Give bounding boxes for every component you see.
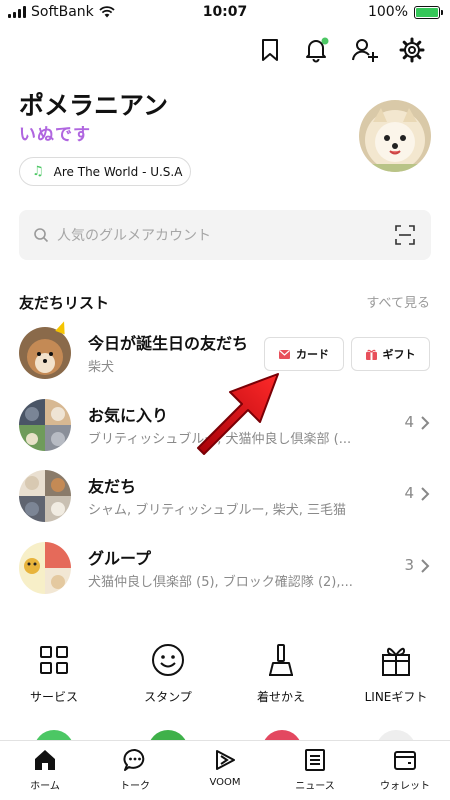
friend-list-title: 友だちリスト (19, 294, 110, 312)
profile-avatar[interactable] (359, 100, 431, 172)
music-note-icon: ♫ (32, 164, 44, 179)
friends-avatar-collage (19, 470, 71, 522)
card-button-label: カード (296, 348, 329, 361)
notification-dot (321, 37, 329, 45)
bell-icon[interactable] (302, 36, 330, 64)
service-label: スタンプ (144, 690, 192, 704)
brush-icon (269, 644, 293, 676)
bookmark-icon[interactable] (256, 36, 284, 64)
tab-wallet[interactable]: ウォレット (360, 747, 450, 792)
groups-row[interactable]: グループ 犬猫仲良し倶楽部 (5), ブロック確認隊 (2),... 3 (0, 542, 450, 602)
favorites-title: お気に入り (88, 406, 169, 425)
birthday-friend-avatar (19, 327, 71, 379)
envelope-icon (279, 349, 290, 359)
profile-status-message[interactable]: いぬです (19, 120, 91, 145)
favorites-count: 4 (404, 413, 414, 431)
grid-icon (40, 646, 68, 674)
friends-title: 友だち (88, 477, 137, 496)
service-services[interactable]: サービス (9, 640, 99, 705)
chat-icon (123, 749, 145, 771)
search-placeholder: 人気のグルメアカウント (57, 228, 211, 244)
gift-icon (382, 647, 410, 676)
tab-label: ホーム (30, 781, 60, 792)
profile-music-title: Are The World - U.S.A (53, 164, 183, 179)
favorites-avatar-collage (19, 399, 71, 451)
search-icon (34, 228, 49, 243)
tab-label: トーク (120, 781, 150, 792)
tab-talk[interactable]: トーク (90, 747, 180, 792)
news-icon (305, 749, 325, 771)
see-all-link[interactable]: すべて見る (366, 292, 430, 311)
groups-subtitle: 犬猫仲良し倶楽部 (5), ブロック確認隊 (2),... (88, 575, 353, 590)
chevron-right-icon (421, 416, 430, 430)
groups-avatar-collage (19, 542, 71, 594)
red-arrow-icon (197, 373, 279, 455)
search-input[interactable]: 人気のグルメアカウント (19, 210, 431, 260)
wallet-icon (394, 751, 416, 770)
profile-music-pill[interactable]: ♫ Are The World - U.S.A (19, 157, 191, 186)
tab-voom[interactable]: VOOM (180, 747, 270, 788)
smiley-icon (152, 644, 184, 676)
status-bar: SoftBank 10:07 100% (0, 0, 450, 26)
battery-icon (414, 5, 443, 19)
friends-subtitle: シャム, ブリティッシュブルー, 柴犬, 三毛猫 (88, 503, 347, 518)
tab-news[interactable]: ニュース (270, 747, 360, 792)
birthday-title: 今日が誕生日の友だち (88, 334, 249, 353)
gift-small-icon (365, 349, 377, 360)
service-label: 着せかえ (256, 690, 305, 704)
profile-name[interactable]: ポメラニアン (19, 86, 168, 122)
tab-label: ウォレット (380, 781, 430, 792)
gear-icon[interactable] (398, 36, 426, 64)
home-icon (35, 750, 55, 770)
groups-title: グループ (88, 549, 152, 568)
friends-count: 4 (404, 484, 414, 502)
tab-label: ニュース (295, 781, 335, 792)
service-themes[interactable]: 着せかえ (236, 640, 326, 705)
add-friend-icon[interactable] (351, 36, 379, 64)
service-label: サービス (29, 690, 78, 704)
chevron-right-icon (421, 487, 430, 501)
service-stamps[interactable]: スタンプ (123, 640, 213, 705)
service-label: LINEギフト (364, 690, 428, 704)
tab-home[interactable]: ホーム (0, 747, 90, 792)
battery-percent: 100% (367, 4, 408, 20)
scan-icon[interactable] (395, 225, 415, 245)
service-line-gift[interactable]: LINEギフト (351, 640, 441, 705)
voom-icon (216, 750, 235, 770)
birthday-gift-button[interactable]: ギフト (351, 337, 430, 371)
bottom-tab-bar: ホーム トーク VOOM ニュース ウォレット (0, 740, 450, 800)
groups-count: 3 (404, 556, 414, 574)
gift-button-label: ギフト (382, 348, 416, 361)
status-right: 100% (367, 4, 443, 20)
chevron-right-icon (421, 559, 430, 573)
friends-row[interactable]: 友だち シャム, ブリティッシュブルー, 柴犬, 三毛猫 4 (0, 470, 450, 530)
tab-label: VOOM (209, 777, 241, 788)
